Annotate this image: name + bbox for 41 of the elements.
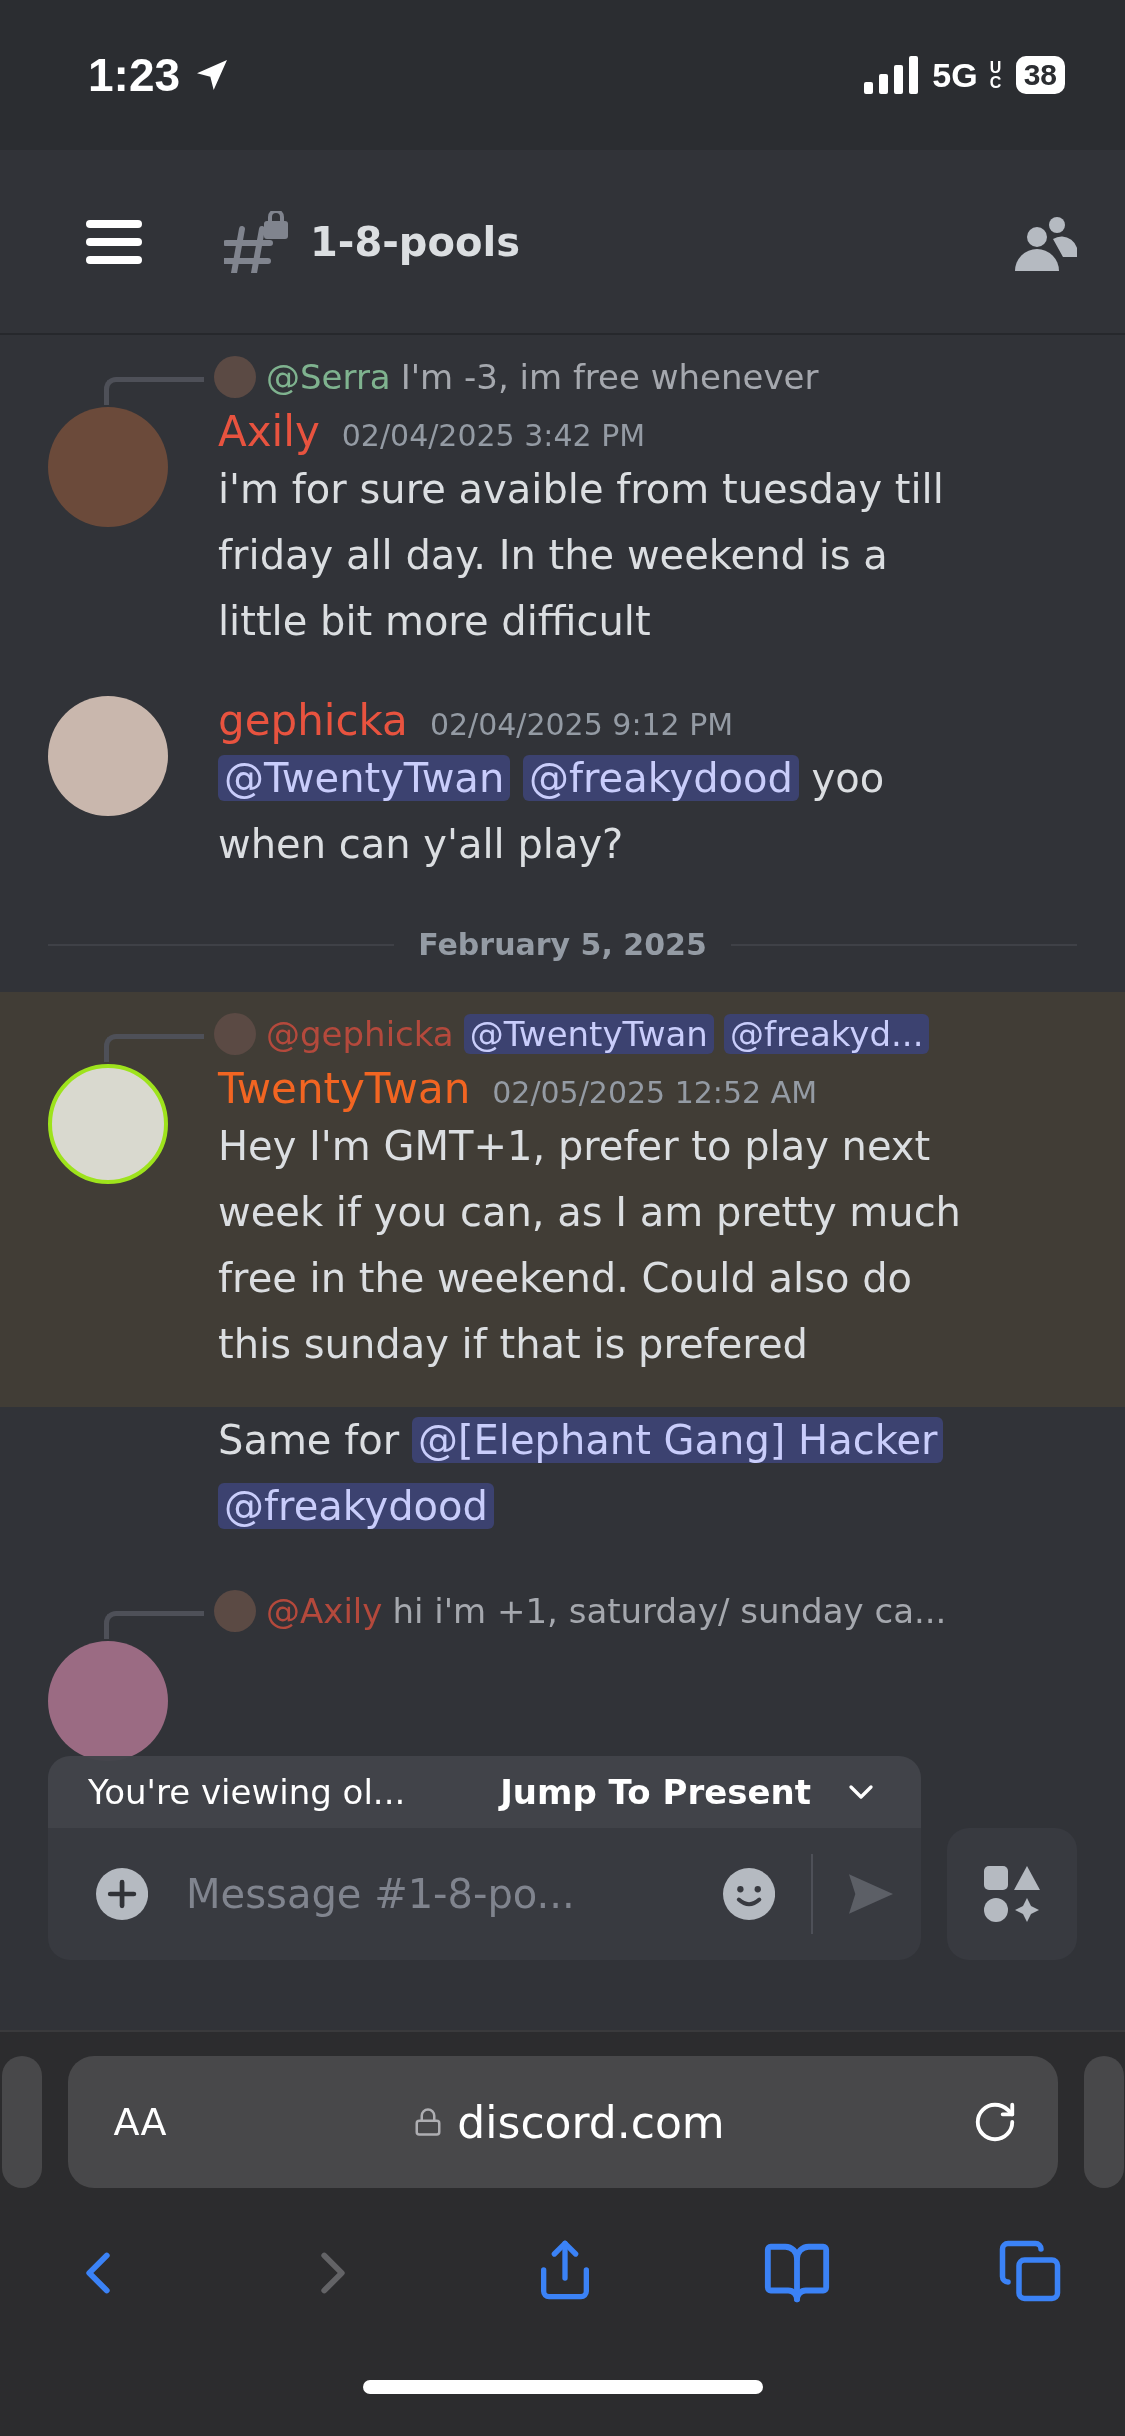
battery-level: 38 <box>1015 56 1065 94</box>
message-text: Same for @[Elephant Gang] Hacker @freakydood <box>218 1407 978 1539</box>
message-field[interactable]: Message #1-8-po... <box>184 1870 688 1918</box>
user-mention[interactable]: @freakydood <box>522 755 799 801</box>
reply-avatar <box>214 356 256 398</box>
user-mention[interactable]: @[Elephant Gang] Hacker <box>411 1417 944 1463</box>
reply-preview: hi i'm +1, saturday/ sunday ca... <box>392 1591 947 1631</box>
message-timestamp: 02/04/2025 9:12 PM <box>429 707 734 742</box>
menu-icon[interactable] <box>86 219 142 264</box>
reply-author[interactable]: @Serra <box>266 357 391 397</box>
network-suffix: UC <box>989 60 1003 90</box>
address-bar[interactable]: AA discord.com <box>67 2056 1058 2188</box>
apps-button[interactable] <box>947 1828 1077 1960</box>
channel-name: 1-8-pools <box>310 218 521 265</box>
author-name[interactable]: gephicka <box>218 696 408 745</box>
locked-channel-icon <box>224 210 290 273</box>
network-label: 5G <box>932 55 978 95</box>
reply-preview: I'm -3, im free whenever <box>400 357 819 397</box>
reply-avatar <box>214 1013 256 1055</box>
user-mention[interactable]: @TwentyTwan <box>218 755 511 801</box>
apps-icon <box>982 1864 1042 1924</box>
author-name[interactable]: TwentyTwan <box>218 1064 471 1113</box>
message-text: Hey I'm GMT+1, prefer to play next week if you can, as I am pretty much free in the weekend. Could also do this sunday if that is prefered <box>218 1122 962 1369</box>
user-mention[interactable]: @TwentyTwan <box>463 1014 714 1054</box>
signal-icon <box>864 56 921 94</box>
user-mention[interactable]: @freakyd... <box>723 1014 930 1054</box>
user-mention[interactable]: @freakydood <box>218 1483 494 1529</box>
message-timestamp: 02/04/2025 3:42 PM <box>341 418 646 453</box>
reply-avatar <box>214 1590 256 1632</box>
jump-to-present-button[interactable]: Jump To Present <box>500 1772 881 1812</box>
lock-icon <box>413 2107 444 2137</box>
message-input[interactable]: Message #1-8-po... <box>48 1828 921 1960</box>
url-text: discord.com <box>457 2096 725 2148</box>
date-divider: February 5, 2025 <box>418 927 707 962</box>
message-timestamp: 02/05/2025 12:52 AM <box>492 1075 818 1110</box>
author-name[interactable]: Axily <box>218 407 320 456</box>
status-time: 1:23 <box>88 48 181 102</box>
text-size-button[interactable]: AA <box>113 2100 167 2144</box>
message-text: @TwentyTwan @freakydood yoo when can y'all play? <box>218 754 886 869</box>
banner-text: You're viewing ol... <box>88 1772 407 1812</box>
message-text: i'm for sure avaible from tuesday till friday all day. In the weekend is a little bit more difficult <box>218 465 945 646</box>
